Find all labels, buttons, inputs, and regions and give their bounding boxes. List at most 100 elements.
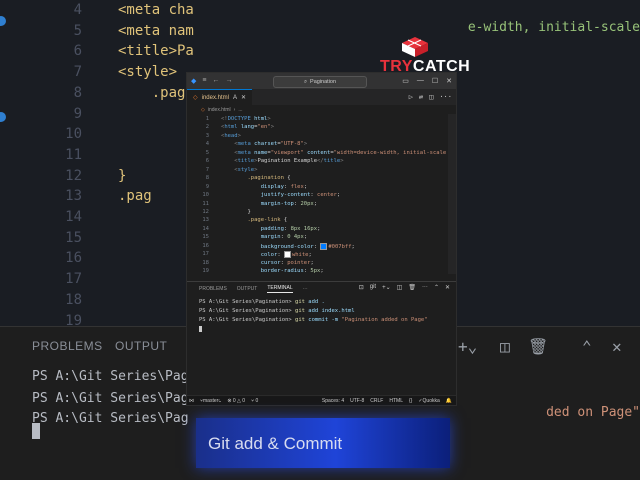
- terminal-cmd: git: [295, 299, 305, 305]
- tab-more[interactable]: ···: [303, 286, 308, 292]
- tab-output[interactable]: OUTPUT: [237, 286, 258, 292]
- tab-label: index.html: [201, 94, 229, 101]
- code-line: cursor: pointer;: [260, 259, 314, 266]
- line-number: 8: [205, 175, 209, 182]
- sync-icon: ↻: [218, 397, 222, 404]
- trash-icon[interactable]: 🗑: [408, 284, 416, 291]
- title-bar-icons: ◆ ≡ ← →: [187, 77, 232, 85]
- close-window-icon[interactable]: ✕: [446, 77, 452, 85]
- line-number: 7: [205, 166, 209, 173]
- git-branch[interactable]: ⑂master↻: [200, 398, 221, 404]
- code-line: <head>: [221, 132, 241, 139]
- close-panel-icon[interactable]: ✕: [445, 284, 450, 291]
- terminal-cursor: [199, 326, 202, 332]
- logo-cube-icon: [402, 37, 428, 57]
- open-changes-icon[interactable]: ⇄: [419, 93, 423, 101]
- minimize-icon[interactable]: —: [417, 77, 424, 85]
- line-number: 9: [205, 183, 209, 190]
- maximize-icon[interactable]: ☐: [432, 77, 438, 85]
- terminal-line: PS A:\Git Series\Pagination> git add .: [199, 299, 325, 305]
- terminal-prompt: PS A:\Git Series\Pagination>: [199, 317, 296, 323]
- status-bar: ⋈ ⑂master↻ ⊗ 0 △ 0 ⑂ 0 Spaces: 4 UTF-8 C…: [187, 395, 456, 405]
- background-line-code: .pag: [118, 188, 152, 205]
- background-terminal-line: PS A:\Git Series\Pag: [32, 391, 189, 406]
- remote-icon[interactable]: ⋈: [189, 398, 194, 404]
- background-breakpoint-dot: [0, 112, 6, 122]
- code-line: border-radius: 5px;: [260, 268, 324, 275]
- code-line: color: white;: [260, 251, 312, 259]
- tab-problems[interactable]: PROBLEMS: [199, 286, 227, 292]
- line-number: 16: [202, 242, 209, 249]
- background-chevron-up-icon: ⌃: [582, 337, 592, 356]
- trycatch-logo: TRYCATCH: [380, 36, 470, 76]
- background-terminal-line: PS A:\Git Series\Pagi: [32, 369, 197, 384]
- breadcrumb-html-icon: ◇: [201, 106, 205, 113]
- breadcrumb-separator: ›: [233, 106, 236, 113]
- split-terminal-icon[interactable]: ◫: [397, 284, 403, 291]
- window-controls: ▭ — ☐ ✕: [402, 77, 452, 85]
- terminal-cmd: git: [295, 317, 305, 323]
- ports-count[interactable]: ⑂ 0: [251, 398, 258, 404]
- command-center-search[interactable]: ⌕ Pagination: [273, 76, 367, 88]
- add-terminal-icon[interactable]: +⌄: [382, 284, 391, 291]
- background-attribute-text: e-width, initial-scale: [467, 20, 640, 35]
- layout-icon[interactable]: ▭: [402, 77, 409, 85]
- language-mode[interactable]: HTML: [389, 398, 403, 404]
- code-line: background-color: #007bff;: [260, 242, 355, 250]
- problems-count[interactable]: ⊗ 0 △ 0: [227, 398, 245, 404]
- background-breakpoint-dot: [0, 16, 6, 26]
- line-number: 10: [202, 192, 209, 199]
- line-number: 1: [205, 116, 209, 122]
- notifications-bell-icon[interactable]: 🔔: [446, 398, 452, 404]
- formatter-icon[interactable]: {}: [409, 398, 412, 404]
- code-editor[interactable]: 1 <!DOCTYPE html> 2 <html lang="en"> 3 <head>…: [187, 114, 456, 274]
- terminal-shell-label[interactable]: git: [370, 284, 376, 291]
- background-trash-icon: 🗑: [528, 337, 549, 356]
- more-actions-icon[interactable]: ···: [439, 93, 452, 101]
- more-icon[interactable]: ···: [422, 284, 428, 291]
- background-tab-problems: PROBLEMS: [32, 339, 103, 353]
- line-number: 12: [202, 208, 209, 215]
- terminal-line: PS A:\Git Series\Pagination> git add ind…: [199, 308, 355, 314]
- status-bar-right: Spaces: 4 UTF-8 CRLF HTML {} ✓Quokka 🔔: [322, 398, 452, 404]
- quokka-label: Quokka: [422, 397, 440, 404]
- line-number: 14: [202, 225, 209, 232]
- chevron-up-icon[interactable]: ⌃: [434, 284, 439, 291]
- encoding[interactable]: UTF-8: [350, 398, 364, 404]
- line-number: 6: [205, 158, 209, 165]
- vscode-window: ◆ ≡ ← → ⌕ Pagination ▭ — ☐ ✕ ◇ index.htm…: [186, 72, 457, 406]
- back-arrow-icon[interactable]: ←: [212, 77, 219, 85]
- code-line: <meta charset="UTF-8">: [234, 141, 308, 148]
- branch-label: master: [203, 397, 219, 404]
- panel-actions: ⊡ git +⌄ ◫ 🗑 ··· ⌃ ✕: [359, 284, 450, 291]
- run-icon[interactable]: ▷: [409, 93, 413, 101]
- menu-icon[interactable]: ≡: [202, 77, 206, 85]
- background-terminal-cursor: [32, 423, 40, 439]
- terminal-prompt: PS A:\Git Series\Pagination>: [199, 308, 296, 314]
- code-line: display: flex;: [260, 183, 308, 190]
- bottom-panel: PROBLEMS OUTPUT TERMINAL ··· ⊡ git +⌄ ◫ …: [187, 281, 456, 396]
- code-line: padding: 8px 16px;: [260, 225, 321, 232]
- background-tab-output: OUTPUT: [115, 339, 168, 353]
- line-ending[interactable]: CRLF: [370, 398, 383, 404]
- status-bar-left: ⋈ ⑂master↻ ⊗ 0 △ 0 ⑂ 0: [187, 398, 258, 404]
- background-terminal-right-text: ded on Page": [546, 405, 640, 420]
- forward-arrow-icon[interactable]: →: [225, 77, 232, 85]
- title-bar: ◆ ≡ ← → ⌕ Pagination ▭ — ☐ ✕: [187, 73, 456, 89]
- terminal-prompt: PS A:\Git Series\Pagination>: [199, 299, 296, 305]
- tab-close-icon[interactable]: ✕: [241, 94, 246, 101]
- caption-text: Git add & Commit: [208, 434, 343, 453]
- terminal-str: "Pagination added on Page": [341, 317, 428, 323]
- minimap[interactable]: [448, 114, 456, 274]
- breadcrumb-more[interactable]: ...: [238, 107, 242, 113]
- breadcrumb-file[interactable]: index.html: [208, 107, 231, 113]
- tab-index-html[interactable]: ◇ index.html A ✕: [187, 89, 253, 105]
- indentation[interactable]: Spaces: 4: [322, 398, 344, 404]
- split-editor-icon[interactable]: ◫: [429, 93, 433, 101]
- terminal-args: add .: [304, 299, 325, 305]
- terminal-shell-icon: ⊡: [358, 285, 364, 291]
- tab-terminal[interactable]: TERMINAL: [267, 285, 293, 293]
- terminal-args: commit -m: [304, 317, 342, 323]
- line-number: 19: [202, 268, 209, 275]
- quokka-status[interactable]: ✓Quokka: [418, 398, 439, 404]
